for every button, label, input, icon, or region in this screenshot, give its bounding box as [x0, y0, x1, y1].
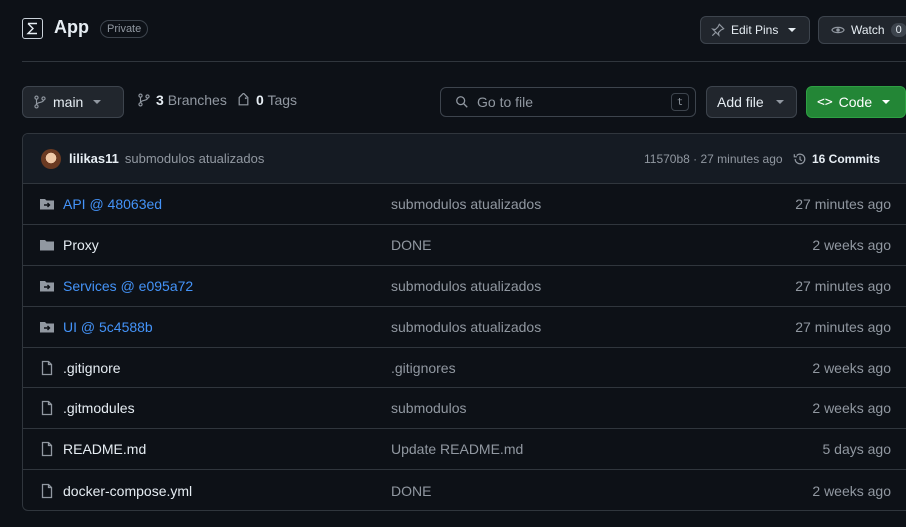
commit-message-link[interactable]: submodulos atualizados	[391, 319, 541, 335]
commit-date: 27 minutes ago	[795, 318, 891, 335]
commit-date: 5 days ago	[822, 441, 892, 458]
chevron-down-icon	[882, 100, 891, 104]
keyboard-shortcut-hint: t	[671, 93, 689, 111]
submodule-icon	[39, 278, 55, 294]
commit-date: 27 minutes ago	[795, 195, 891, 212]
commit-meta[interactable]: 11570b8 · 27 minutes ago	[644, 152, 783, 166]
commits-count-label: 16 Commits	[812, 151, 881, 166]
branches-label: Branches	[167, 92, 227, 108]
commit-message-link[interactable]: .gitignores	[391, 360, 456, 376]
commit-message-link[interactable]: Update README.md	[391, 441, 523, 457]
file-name-link[interactable]: API @ 48063ed	[63, 196, 162, 212]
table-row[interactable]: .gitmodules submodulos 2 weeks ago	[23, 388, 906, 430]
branch-icon	[138, 93, 150, 107]
file-name-link[interactable]: Services @ e095a72	[63, 278, 193, 294]
go-to-file-search[interactable]: Go to file t	[440, 87, 696, 117]
repo-header: App Private Edit Pins Watch 0	[0, 0, 906, 62]
table-row[interactable]: API @ 48063ed submodulos atualizados 27 mi…	[23, 184, 906, 225]
file-name-link[interactable]: docker-compose.yml	[63, 483, 192, 499]
add-file-button[interactable]: Add file	[706, 86, 797, 118]
code-label: Code	[838, 94, 873, 110]
chevron-down-icon	[775, 100, 784, 104]
tag-icon	[238, 92, 249, 105]
commit-message-link[interactable]: DONE	[391, 237, 431, 253]
tags-count: 0	[256, 92, 264, 108]
file-icon	[39, 483, 55, 499]
commits-link[interactable]: 16 Commits	[793, 152, 880, 166]
table-row[interactable]: .gitignore .gitignores 2 weeks ago	[23, 348, 906, 389]
file-name-link[interactable]: .gitignore	[63, 360, 121, 376]
history-icon	[793, 153, 806, 164]
branches-count: 3	[156, 92, 164, 108]
branch-name: main	[53, 94, 84, 110]
commit-message[interactable]: submodulos atualizados	[125, 151, 264, 166]
watch-count: 0	[890, 23, 906, 37]
tags-label: Tags	[267, 92, 298, 108]
avatar[interactable]	[41, 148, 61, 169]
chevron-down-icon	[788, 28, 797, 32]
commit-date: 2 weeks ago	[812, 400, 891, 417]
add-file-label: Add file	[717, 94, 764, 110]
commit-author[interactable]: lilikas11	[69, 151, 119, 166]
watch-button[interactable]: Watch 0	[818, 16, 906, 44]
file-name-link[interactable]: .gitmodules	[63, 400, 135, 416]
file-name-link[interactable]: Proxy	[63, 237, 99, 253]
watch-label: Watch	[851, 23, 885, 37]
commit-date: 27 minutes ago	[795, 277, 891, 294]
commit-message-link[interactable]: DONE	[391, 483, 431, 499]
code-button[interactable]: <> Code	[806, 86, 906, 118]
repo-name[interactable]: App	[54, 17, 89, 38]
commit-message-link[interactable]: submodulos	[391, 400, 467, 416]
edit-pins-label: Edit Pins	[731, 23, 779, 37]
folder-icon	[39, 237, 55, 253]
branch-icon	[34, 95, 46, 109]
edit-pins-button[interactable]: Edit Pins	[700, 16, 810, 44]
search-placeholder: Go to file	[477, 94, 534, 110]
header-divider	[22, 61, 906, 62]
table-row[interactable]: UI @ 5c4588b submodulos atualizados 27 min…	[23, 307, 906, 348]
chevron-down-icon	[93, 100, 102, 104]
eye-icon	[831, 26, 845, 34]
file-icon	[39, 441, 55, 457]
file-list: lilikas11 submodulos atualizados 11570b8…	[22, 133, 906, 511]
table-row[interactable]: Services @ e095a72 submodulos atualizados…	[23, 266, 906, 307]
commit-date: 2 weeks ago	[812, 359, 891, 376]
file-icon	[39, 360, 55, 376]
code-icon: <>	[817, 94, 833, 110]
tags-link[interactable]: 0 Tags	[236, 92, 297, 108]
commit-date: 2 weeks ago	[812, 482, 891, 499]
branches-link[interactable]: 3 Branches	[137, 92, 227, 108]
search-icon	[456, 96, 468, 108]
submodule-icon	[39, 196, 55, 212]
visibility-badge: Private	[100, 20, 149, 38]
file-name-link[interactable]: README.md	[63, 441, 146, 457]
submodule-icon	[39, 319, 55, 335]
sigma-logo-icon	[22, 18, 43, 39]
commit-message-link[interactable]: submodulos atualizados	[391, 278, 541, 294]
latest-commit-bar: lilikas11 submodulos atualizados 11570b8…	[23, 134, 906, 184]
commit-message-link[interactable]: submodulos atualizados	[391, 196, 541, 212]
branch-selector[interactable]: main	[22, 86, 124, 118]
commit-date: 2 weeks ago	[812, 236, 891, 253]
table-row[interactable]: README.md Update README.md 5 days ago	[23, 429, 906, 471]
table-row[interactable]: Proxy DONE 2 weeks ago	[23, 225, 906, 266]
table-row[interactable]: docker-compose.yml DONE 2 weeks ago	[23, 470, 906, 510]
file-name-link[interactable]: UI @ 5c4588b	[63, 319, 153, 335]
file-icon	[39, 400, 55, 416]
pin-icon	[711, 23, 725, 37]
